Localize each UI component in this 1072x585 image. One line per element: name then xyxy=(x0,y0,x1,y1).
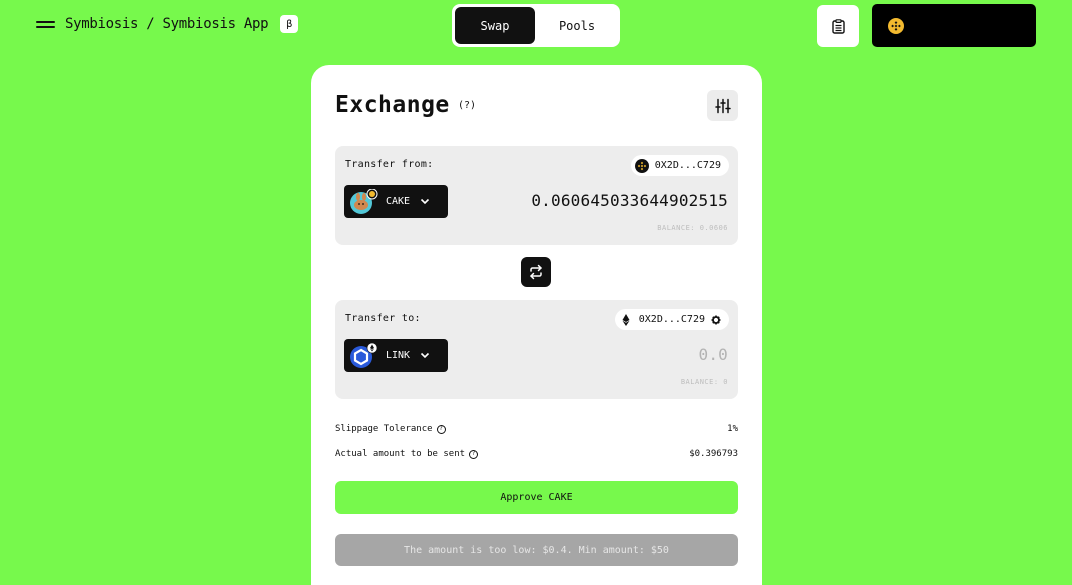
top-bar: Symbiosis / Symbiosis App β Swap Pools xyxy=(0,0,1072,52)
chevron-down-icon xyxy=(420,198,430,205)
transfer-to-label: Transfer to: xyxy=(345,313,421,324)
swap-arrows-icon xyxy=(530,264,542,280)
slippage-label-group: Slippage Tolerance ? xyxy=(335,424,446,434)
actual-amount-value: $0.396793 xyxy=(689,449,738,459)
brand-title[interactable]: Symbiosis / Symbiosis App xyxy=(65,16,269,32)
slippage-value[interactable]: 1% xyxy=(727,424,738,434)
bnb-chain-icon xyxy=(634,158,649,173)
pancakeswap-cake-icon xyxy=(350,188,378,214)
page-title: Exchange xyxy=(335,92,450,118)
ethereum-icon xyxy=(622,313,630,326)
to-token-name: LINK xyxy=(386,350,411,361)
chainlink-icon xyxy=(350,342,378,368)
clipboard-icon xyxy=(831,18,845,34)
to-address: 0X2D...C729 xyxy=(638,314,705,325)
actual-amount-label: Actual amount to be sent xyxy=(335,449,466,459)
nav-tabs: Swap Pools xyxy=(452,4,620,47)
history-button[interactable] xyxy=(817,5,859,47)
exchange-card: Exchange (?) Transfer from: 0X2D...C729 xyxy=(311,65,762,585)
settings-button[interactable] xyxy=(707,90,738,121)
gear-icon[interactable] xyxy=(711,315,721,325)
chevron-down-icon xyxy=(420,352,430,359)
to-token-selector[interactable]: LINK xyxy=(344,339,448,372)
min-amount-warning-button: The amount is too low: $0.4. Min amount:… xyxy=(335,534,738,566)
to-balance: BALANCE: 0 xyxy=(680,378,728,386)
to-amount-input[interactable]: 0.0 xyxy=(478,345,728,364)
swap-direction-button[interactable] xyxy=(521,257,551,287)
transfer-from-label: Transfer from: xyxy=(345,159,434,170)
menu-icon[interactable] xyxy=(36,18,55,30)
tab-pools[interactable]: Pools xyxy=(537,7,617,44)
info-icon[interactable]: ? xyxy=(469,449,479,459)
info-icon[interactable]: ? xyxy=(436,424,446,434)
from-balance[interactable]: BALANCE: 0.0606 xyxy=(657,224,728,232)
sliders-icon xyxy=(714,98,731,113)
from-token-selector[interactable]: CAKE xyxy=(344,185,448,218)
brand: Symbiosis / Symbiosis App β xyxy=(36,15,299,33)
tab-swap[interactable]: Swap xyxy=(455,7,535,44)
approve-button[interactable]: Approve CAKE xyxy=(335,481,738,514)
from-network-selector[interactable]: 0X2D...C729 xyxy=(630,155,729,176)
from-address: 0X2D...C729 xyxy=(654,160,721,171)
wallet-button[interactable] xyxy=(872,4,1036,47)
actual-amount-row: Actual amount to be sent ? $0.396793 xyxy=(335,449,738,459)
transfer-to-panel: Transfer to: 0X2D...C729 LINK 0.0 BALANC… xyxy=(335,300,738,399)
actual-amount-label-group: Actual amount to be sent ? xyxy=(335,449,479,459)
bnb-chain-icon xyxy=(888,17,904,34)
beta-badge: β xyxy=(280,15,299,33)
help-link[interactable]: (?) xyxy=(458,100,476,111)
from-token-name: CAKE xyxy=(386,196,411,207)
from-amount-input[interactable]: 0.060645033644902515 xyxy=(478,191,728,210)
to-network-selector[interactable]: 0X2D...C729 xyxy=(614,309,729,330)
transfer-from-panel: Transfer from: 0X2D...C729 CAKE 0.060645… xyxy=(335,146,738,245)
slippage-label: Slippage Tolerance xyxy=(335,424,433,434)
slippage-row: Slippage Tolerance ? 1% xyxy=(335,424,738,434)
